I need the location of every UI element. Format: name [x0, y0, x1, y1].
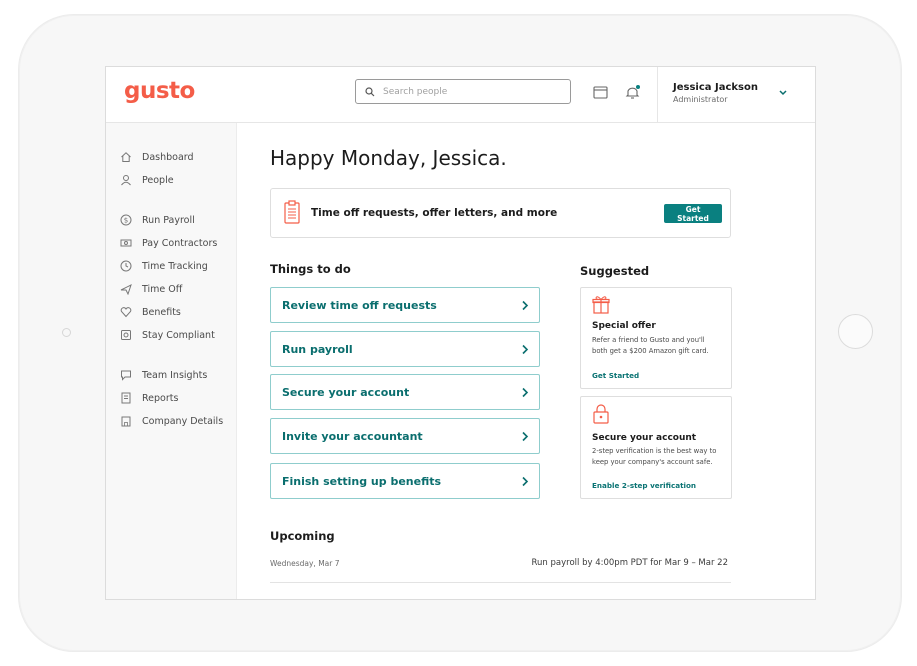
gusto-logo[interactable]: gusto	[124, 78, 195, 104]
chat-icon	[121, 370, 131, 381]
card-body: Refer a friend to Gusto and you'll both …	[592, 335, 726, 357]
safe-icon	[121, 330, 131, 340]
sidebar-item-team-insights[interactable]: Team Insights	[120, 368, 207, 382]
get-started-link[interactable]: Get Started	[592, 371, 639, 380]
chevron-right-icon	[522, 344, 529, 354]
svg-text:$: $	[124, 217, 128, 225]
clipboard-icon	[284, 200, 300, 224]
sidebar-item-dashboard[interactable]: Dashboard	[120, 150, 194, 164]
sidebar-item-label: Run Payroll	[142, 214, 195, 226]
page-title: Happy Monday, Jessica.	[270, 146, 507, 170]
user-role: Administrator	[673, 95, 728, 104]
sidebar-item-reports[interactable]: Reports	[120, 391, 178, 405]
clock-icon	[120, 260, 132, 272]
card-body: 2-step verification is the best way to k…	[592, 446, 726, 468]
todo-run-payroll[interactable]: Run payroll	[270, 331, 540, 367]
todo-label: Run payroll	[282, 342, 353, 356]
sidebar-item-label: Reports	[142, 392, 179, 404]
chevron-down-icon[interactable]	[778, 89, 788, 97]
suggested-heading: Suggested	[580, 264, 650, 278]
card-body-line: Refer a friend to Gusto and you'll	[592, 336, 705, 344]
todo-label: Finish setting up benefits	[282, 474, 442, 488]
sidebar-item-people[interactable]: People	[120, 173, 174, 187]
todo-label: Invite your accountant	[282, 429, 423, 443]
user-name[interactable]: Jessica Jackson	[673, 82, 758, 93]
sidebar-item-company-details[interactable]: Company Details	[120, 414, 223, 428]
todo-review-time-off[interactable]: Review time off requests	[270, 287, 540, 323]
todo-secure-account[interactable]: Secure your account	[270, 374, 540, 410]
top-header: gusto Jessica Jackson Administrator	[106, 67, 815, 123]
sidebar-item-label: Team Insights	[142, 369, 208, 381]
sidebar-item-stay-compliant[interactable]: Stay Compliant	[120, 328, 215, 342]
suggested-card-secure-account: Secure your account 2-step verification …	[580, 396, 732, 499]
heart-icon	[120, 307, 132, 318]
sidebar-item-run-payroll[interactable]: $ Run Payroll	[120, 213, 195, 227]
chevron-right-icon	[522, 476, 529, 486]
card-body-line: keep your company's account safe.	[592, 458, 713, 466]
bell-icon[interactable]	[625, 84, 641, 99]
sidebar-item-pay-contractors[interactable]: Pay Contractors	[120, 236, 217, 250]
things-to-do-heading: Things to do	[270, 262, 351, 276]
search-icon	[365, 86, 375, 96]
enable-2-step-link[interactable]: Enable 2-step verification	[592, 481, 696, 490]
upcoming-divider	[270, 582, 731, 583]
sidebar-item-benefits[interactable]: Benefits	[120, 305, 181, 319]
sidebar-item-label: Pay Contractors	[142, 237, 218, 249]
sidebar-item-label: Time Off	[142, 283, 183, 295]
dollar-icon: $	[120, 214, 132, 226]
sidebar-item-label: Stay Compliant	[142, 329, 215, 341]
person-icon	[121, 175, 131, 186]
todo-invite-accountant[interactable]: Invite your accountant	[270, 418, 540, 454]
sidebar-item-label: People	[142, 174, 174, 186]
home-icon	[121, 152, 131, 162]
sidebar-item-label: Dashboard	[142, 151, 194, 163]
header-divider	[657, 67, 658, 122]
todo-finish-benefits[interactable]: Finish setting up benefits	[270, 463, 540, 499]
plane-icon	[120, 284, 132, 295]
sidebar-item-time-off[interactable]: Time Off	[120, 282, 182, 296]
camera-dot	[62, 328, 71, 337]
home-button	[838, 314, 873, 349]
lock-icon	[593, 404, 609, 424]
get-started-button[interactable]: Get Started	[664, 204, 722, 223]
sidebar-item-label: Benefits	[142, 306, 181, 318]
chevron-right-icon	[522, 387, 529, 397]
card-body-line: 2-step verification is the best way to	[592, 447, 717, 455]
gift-icon	[592, 296, 610, 314]
sidebar-item-label: Company Details	[142, 415, 224, 427]
sidebar-item-time-tracking[interactable]: Time Tracking	[120, 259, 208, 273]
search-input[interactable]	[381, 85, 555, 98]
calendar-icon[interactable]	[593, 85, 608, 99]
card-title: Special offer	[592, 321, 656, 331]
card-title: Secure your account	[592, 433, 697, 443]
sidebar-item-label: Time Tracking	[142, 260, 208, 272]
upcoming-event[interactable]: Run payroll by 4:00pm PDT for Mar 9 – Ma…	[532, 558, 728, 568]
search-box[interactable]	[355, 79, 571, 104]
todo-label: Secure your account	[282, 385, 410, 399]
upcoming-heading: Upcoming	[270, 529, 335, 543]
suggested-card-special-offer: Special offer Refer a friend to Gusto an…	[580, 287, 732, 389]
chevron-right-icon	[522, 300, 529, 310]
money-icon	[120, 239, 132, 247]
card-body-line: both get a $200 Amazon gift card.	[592, 347, 709, 355]
todo-label: Review time off requests	[282, 298, 437, 312]
banner-text: Time off requests, offer letters, and mo…	[311, 207, 558, 219]
app-screen: gusto Jessica Jackson Administrator	[105, 66, 816, 600]
chevron-right-icon	[522, 431, 529, 441]
sidebar: Dashboard People $ Run Payroll Pay Contr…	[106, 123, 237, 599]
building-icon	[121, 416, 131, 427]
report-icon	[121, 392, 131, 404]
upcoming-date: Wednesday, Mar 7	[270, 559, 340, 568]
onboarding-banner: Time off requests, offer letters, and mo…	[270, 188, 731, 238]
